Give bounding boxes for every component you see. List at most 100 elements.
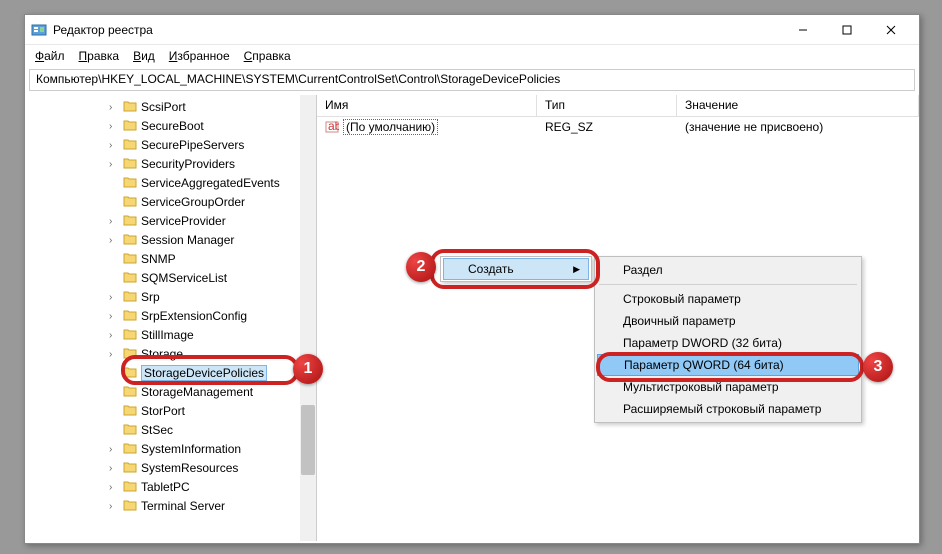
folder-icon: [123, 214, 137, 229]
annotation-badge-3: 3: [863, 352, 893, 382]
tree-item-label: ServiceGroupOrder: [141, 195, 245, 209]
tree-scrollbar-thumb[interactable]: [301, 405, 315, 475]
menu-edit[interactable]: Правка: [73, 47, 126, 65]
context-item-create[interactable]: Создать ▶: [443, 258, 589, 280]
maximize-button[interactable]: [825, 16, 869, 44]
submenu-arrow-icon: ▶: [573, 264, 580, 275]
tree-item-label: SystemInformation: [141, 442, 241, 456]
col-type[interactable]: Тип: [537, 95, 677, 116]
folder-icon: [123, 309, 137, 324]
col-name[interactable]: Имя: [317, 95, 537, 116]
expand-icon[interactable]: ›: [109, 159, 119, 170]
tree-item-label: ScsiPort: [141, 100, 186, 114]
expand-icon[interactable]: ›: [109, 216, 119, 227]
folder-icon: [123, 499, 137, 514]
context-menu-create: Создать ▶: [440, 256, 592, 282]
expand-icon[interactable]: ›: [109, 444, 119, 455]
list-header: Имя Тип Значение: [317, 95, 919, 117]
value-type: REG_SZ: [537, 120, 677, 134]
tree-item[interactable]: ›SecureBoot: [109, 117, 316, 135]
menubar: Файл Правка Вид Избранное Справка: [25, 45, 919, 67]
tree-item[interactable]: SNMP: [109, 250, 316, 268]
folder-icon: [123, 157, 137, 172]
folder-icon: [123, 480, 137, 495]
folder-icon: [123, 385, 137, 400]
value-name: (По умолчанию): [343, 119, 438, 135]
folder-icon: [123, 328, 137, 343]
folder-icon: [123, 195, 137, 210]
tree-item[interactable]: StorageDevicePolicies: [109, 364, 316, 382]
tree-item[interactable]: › SrpExtensionConfig: [109, 307, 316, 325]
tree-item[interactable]: › Srp: [109, 288, 316, 306]
submenu-dword[interactable]: Параметр DWORD (32 бита): [597, 332, 859, 354]
expand-icon[interactable]: ›: [109, 463, 119, 474]
expand-icon[interactable]: ›: [109, 140, 119, 151]
expand-icon[interactable]: ›: [109, 482, 119, 493]
tree-item[interactable]: › Session Manager: [109, 231, 316, 249]
submenu-expand[interactable]: Расширяемый строковый параметр: [597, 398, 859, 420]
tree-item-label: StillImage: [141, 328, 194, 342]
tree-item[interactable]: StSec: [109, 421, 316, 439]
app-icon: [31, 22, 47, 38]
tree-item-label: SQMServiceList: [141, 271, 227, 285]
tree-item[interactable]: ServiceGroupOrder: [109, 193, 316, 211]
tree-panel[interactable]: ›ScsiPort›SecureBoot›SecurePipeServers›S…: [25, 95, 317, 541]
tree-item[interactable]: ServiceAggregatedEvents: [109, 174, 316, 192]
expand-icon[interactable]: ›: [109, 311, 119, 322]
tree-item[interactable]: ›Terminal Server: [109, 497, 316, 515]
folder-icon: [123, 233, 137, 248]
expand-icon[interactable]: ›: [109, 349, 119, 360]
folder-icon: [123, 119, 137, 134]
minimize-button[interactable]: [781, 16, 825, 44]
folder-icon: [123, 100, 137, 115]
submenu-qword[interactable]: Параметр QWORD (64 бита): [597, 354, 859, 376]
expand-icon[interactable]: ›: [109, 292, 119, 303]
list-row[interactable]: ab (По умолчанию) REG_SZ (значение не пр…: [317, 117, 919, 137]
tree-scrollbar[interactable]: [300, 95, 316, 541]
folder-icon: [123, 366, 137, 381]
tree-item-label: Session Manager: [141, 233, 234, 247]
create-submenu: Раздел Строковый параметр Двоичный парам…: [594, 256, 862, 423]
tree-item[interactable]: › SystemInformation: [109, 440, 316, 458]
submenu-binary[interactable]: Двоичный параметр: [597, 310, 859, 332]
annotation-badge-1: 1: [293, 354, 323, 384]
string-value-icon: ab: [325, 120, 339, 134]
tree-item-label: ServiceAggregatedEvents: [141, 176, 280, 190]
tree-item[interactable]: ›Storage: [109, 345, 316, 363]
tree-item-label: TabletPC: [141, 480, 190, 494]
tree-item[interactable]: › TabletPC: [109, 478, 316, 496]
tree-item[interactable]: › ScsiPort: [109, 98, 316, 116]
tree-item[interactable]: ›SecurityProviders: [109, 155, 316, 173]
tree-item[interactable]: StorageManagement: [109, 383, 316, 401]
tree-item-label: SrpExtensionConfig: [141, 309, 247, 323]
menu-view[interactable]: Вид: [127, 47, 161, 65]
expand-icon[interactable]: ›: [109, 121, 119, 132]
menu-file[interactable]: Файл: [29, 47, 71, 65]
close-button[interactable]: [869, 16, 913, 44]
tree-item[interactable]: › ServiceProvider: [109, 212, 316, 230]
tree-item-label: Srp: [141, 290, 160, 304]
titlebar: Редактор реестра: [25, 15, 919, 45]
address-bar[interactable]: Компьютер\HKEY_LOCAL_MACHINE\SYSTEM\Curr…: [29, 69, 915, 91]
tree-item-label: ServiceProvider: [141, 214, 226, 228]
expand-icon[interactable]: ›: [109, 330, 119, 341]
expand-icon[interactable]: ›: [109, 102, 119, 113]
expand-icon[interactable]: ›: [109, 235, 119, 246]
tree-item-label: SNMP: [141, 252, 176, 266]
tree-item-label: StorageDevicePolicies: [141, 365, 267, 381]
tree-item[interactable]: StorPort: [109, 402, 316, 420]
menu-help[interactable]: Справка: [238, 47, 297, 65]
tree-item[interactable]: ›SecurePipeServers: [109, 136, 316, 154]
tree-item[interactable]: SQMServiceList: [109, 269, 316, 287]
expand-icon[interactable]: ›: [109, 501, 119, 512]
submenu-section[interactable]: Раздел: [597, 259, 859, 281]
submenu-multi[interactable]: Мультистроковый параметр: [597, 376, 859, 398]
col-value[interactable]: Значение: [677, 95, 919, 116]
menu-separator: [599, 284, 857, 285]
tree-item[interactable]: › StillImage: [109, 326, 316, 344]
folder-icon: [123, 404, 137, 419]
tree-item[interactable]: ›SystemResources: [109, 459, 316, 477]
tree-item-label: StSec: [141, 423, 173, 437]
menu-favorites[interactable]: Избранное: [163, 47, 236, 65]
submenu-string[interactable]: Строковый параметр: [597, 288, 859, 310]
